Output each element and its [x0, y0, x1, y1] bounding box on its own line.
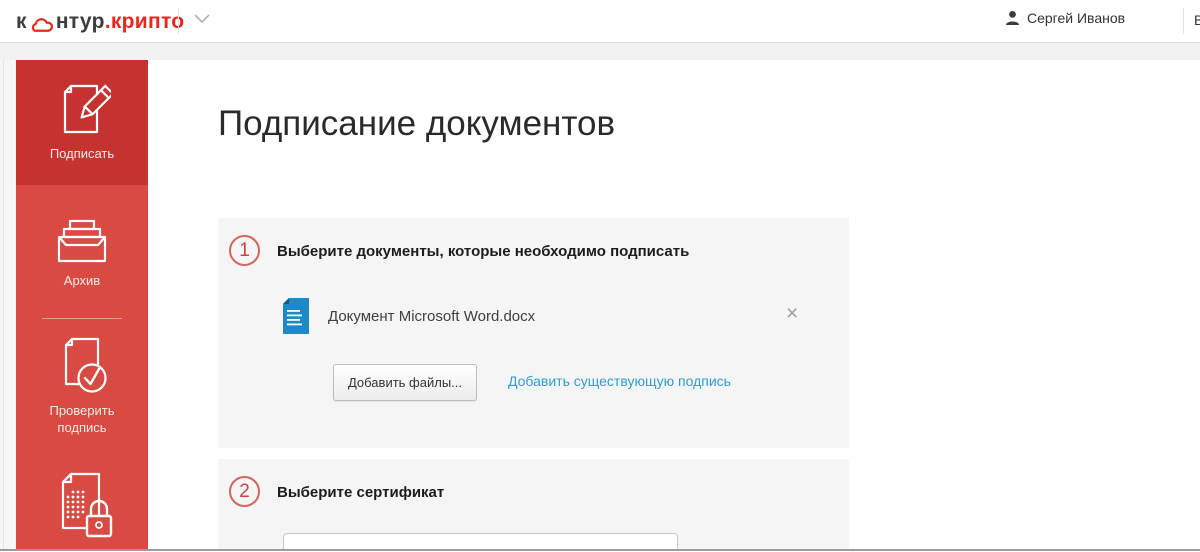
header-divider	[178, 8, 179, 34]
step2-number-badge: 2	[229, 476, 260, 507]
step2-choose-certificate: 2 Выберите сертификат	[218, 459, 849, 549]
header-divider-right	[1183, 8, 1184, 34]
logo-text-krypto: .крипто	[105, 10, 185, 34]
logo-text-ntur: нтур	[56, 10, 105, 34]
sidebar-label-sign: Подписать	[16, 145, 148, 162]
step2-title: Выберите сертификат	[277, 484, 444, 501]
sign-document-pencil-icon	[16, 78, 148, 140]
user-name: Сергей Иванов	[1027, 10, 1125, 26]
file-row: Документ Microsoft Word.docx ×	[282, 297, 822, 339]
file-name: Документ Microsoft Word.docx	[328, 308, 535, 325]
sidebar-divider	[42, 318, 122, 319]
header-right-link-truncated[interactable]: В	[1194, 12, 1200, 28]
sidebar-item-sign[interactable]: Подписать	[16, 60, 148, 185]
products-chevron-down-icon[interactable]	[192, 13, 212, 29]
cloud-o-icon	[27, 11, 56, 34]
logo-text-k: к	[16, 10, 27, 34]
person-icon	[1005, 10, 1020, 26]
add-existing-signature-link[interactable]: Добавить существующую подпись	[508, 373, 731, 389]
sidebar-item-archive[interactable]: Архив	[16, 218, 148, 294]
archive-box-icon	[16, 218, 148, 264]
sidebar: Подписать Архив Проверить подпись	[16, 60, 148, 549]
verify-signature-check-icon	[16, 334, 148, 398]
remove-file-close-icon[interactable]: ×	[786, 303, 798, 324]
app-logo[interactable]: к нтур .крипто	[16, 8, 184, 36]
viewport-bottom-edge	[0, 549, 1200, 551]
sidebar-label-verify: Проверить подпись	[16, 402, 148, 436]
top-header: к нтур .крипто Сергей Иванов В	[0, 0, 1200, 43]
encrypt-document-lock-icon	[16, 470, 148, 542]
step1-number-badge: 1	[229, 235, 260, 266]
header-sub-band	[0, 43, 1200, 60]
sidebar-label-archive: Архив	[16, 272, 148, 289]
user-account[interactable]: Сергей Иванов	[1005, 10, 1125, 26]
left-gutter-line	[3, 60, 4, 549]
add-files-button[interactable]: Добавить файлы...	[333, 364, 477, 401]
sidebar-item-encrypt[interactable]	[16, 470, 148, 549]
certificate-select[interactable]	[283, 533, 678, 549]
sidebar-item-verify[interactable]: Проверить подпись	[16, 334, 148, 440]
step1-choose-documents: 1 Выберите документы, которые необходимо…	[218, 218, 849, 448]
page-title: Подписание документов	[218, 104, 615, 144]
step1-title: Выберите документы, которые необходимо п…	[277, 243, 689, 260]
